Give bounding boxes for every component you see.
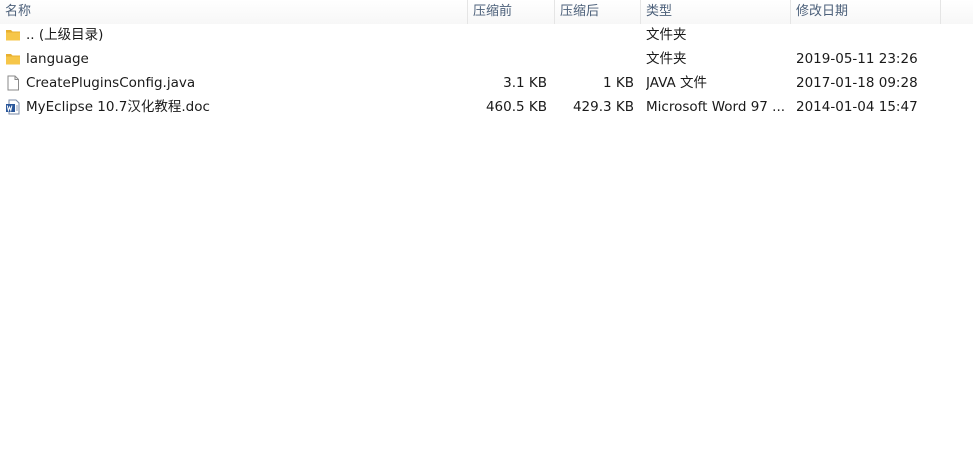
word-doc-icon <box>6 99 20 115</box>
column-header-uncompressed[interactable]: 压缩后 <box>554 0 640 24</box>
file-name: CreatePluginsConfig.java <box>26 75 196 91</box>
file-size-before: 3.1 KB <box>503 75 547 91</box>
file-name: MyEclipse 10.7汉化教程.doc <box>26 99 210 115</box>
file-row-doc[interactable]: MyEclipse 10.7汉化教程.doc 460.5 KB 429.3 KB… <box>0 95 973 119</box>
file-type: Microsoft Word 97 ... <box>646 99 786 115</box>
file-row-parent[interactable]: .. (上级目录) 文件夹 <box>0 23 973 47</box>
file-list-view: 名称 压缩前 压缩后 类型 修改日期 .. (上级目录) 文件夹 languag… <box>0 0 973 459</box>
file-modified: 2017-01-18 09:28 <box>796 75 918 91</box>
file-row-language[interactable]: language 文件夹 2019-05-11 23:26 <box>0 47 973 71</box>
column-header-bar: 名称 压缩前 压缩后 类型 修改日期 <box>0 0 973 24</box>
file-size-before: 460.5 KB <box>485 99 547 115</box>
folder-icon <box>6 30 20 41</box>
file-name: language <box>26 51 89 67</box>
file-name: .. (上级目录) <box>26 27 104 43</box>
file-type: 文件夹 <box>646 51 687 67</box>
file-modified: 2019-05-11 23:26 <box>796 51 918 67</box>
file-size-after: 1 KB <box>603 75 634 91</box>
file-type: JAVA 文件 <box>646 75 708 91</box>
file-type: 文件夹 <box>646 27 687 43</box>
file-size-after: 429.3 KB <box>572 99 634 115</box>
column-header-name[interactable]: 名称 <box>0 0 467 24</box>
column-header-modified[interactable]: 修改日期 <box>790 0 940 24</box>
column-header-filler <box>940 0 973 24</box>
file-icon <box>7 75 19 91</box>
file-row-java[interactable]: CreatePluginsConfig.java 3.1 KB 1 KB JAV… <box>0 71 973 95</box>
file-modified: 2014-01-04 15:47 <box>796 99 918 115</box>
column-header-compressed[interactable]: 压缩前 <box>467 0 554 24</box>
column-header-type[interactable]: 类型 <box>640 0 790 24</box>
folder-icon <box>6 54 20 65</box>
